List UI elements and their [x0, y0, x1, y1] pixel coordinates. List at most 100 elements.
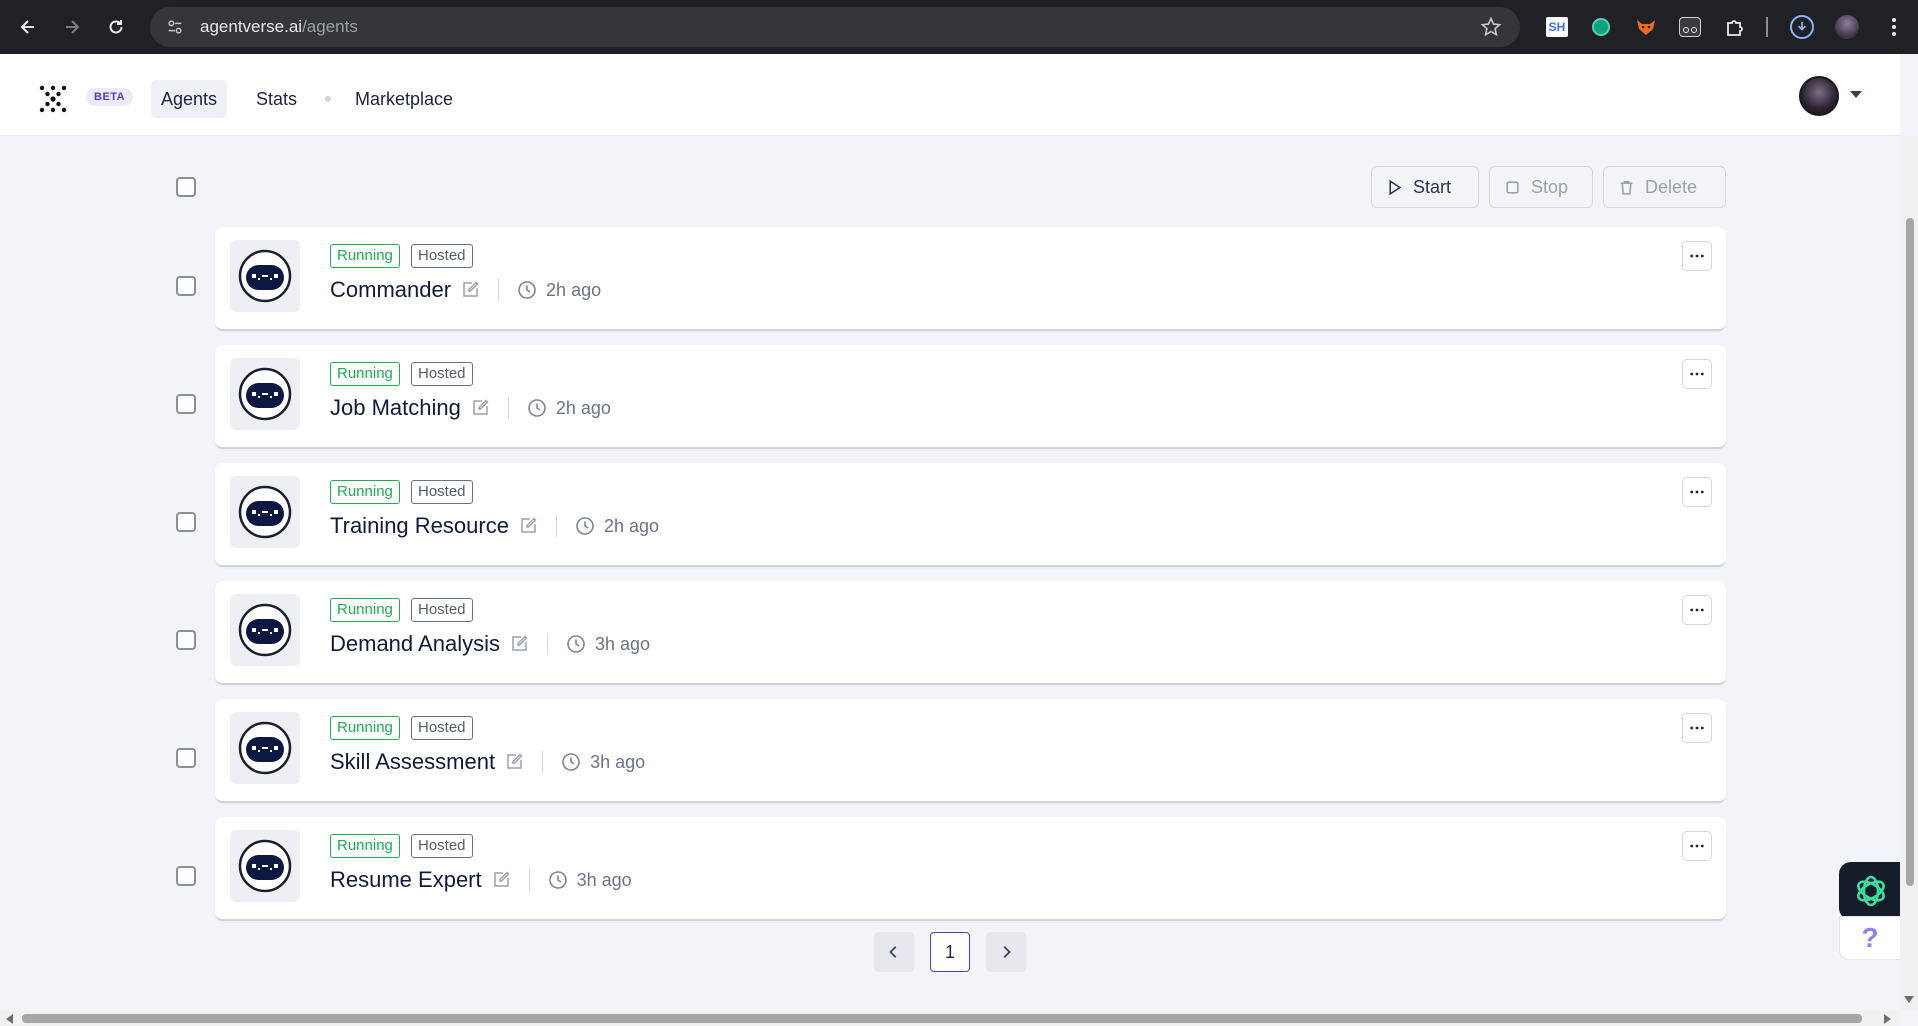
chevron-right-icon: [1003, 946, 1011, 958]
ellipsis-icon: [1690, 372, 1704, 376]
stop-label: Stop: [1531, 176, 1569, 197]
agent-card[interactable]: Running Hosted Job Matching 2h ago: [215, 345, 1726, 449]
more-options-button[interactable]: [1682, 359, 1712, 389]
clock-icon: [518, 281, 536, 299]
start-button[interactable]: Start: [1371, 166, 1479, 208]
site-settings-icon[interactable]: [164, 16, 186, 38]
beta-badge: BETA: [86, 88, 134, 106]
agent-card[interactable]: Running Hosted Demand Analysis 3h ago: [215, 581, 1726, 685]
back-icon[interactable]: [8, 7, 48, 47]
status-badge-running: Running: [330, 362, 400, 386]
chatgpt-extension-icon[interactable]: [1587, 13, 1615, 41]
clock-icon: [548, 871, 567, 889]
clock-icon: [567, 635, 585, 653]
edit-pencil-icon[interactable]: [509, 634, 529, 654]
more-options-button[interactable]: [1682, 477, 1712, 507]
nav-separator-dot: [325, 96, 331, 102]
agent-meta-row: Demand Analysis 3h ago: [330, 629, 650, 659]
help-button[interactable]: ?: [1839, 916, 1901, 960]
openai-logo-icon: [1857, 875, 1885, 907]
sh-extension-icon[interactable]: SH: [1543, 13, 1571, 41]
agent-card[interactable]: Running Hosted Skill Assessment 3h ago: [215, 699, 1726, 803]
more-options-button[interactable]: [1682, 241, 1712, 271]
more-options-button[interactable]: [1682, 831, 1712, 861]
vertical-scrollbar-thumb[interactable]: [1906, 218, 1914, 886]
robot-avatar-icon: [230, 594, 300, 666]
agentverse-logo-icon[interactable]: [38, 84, 68, 114]
agent-row-checkbox[interactable]: [176, 866, 196, 886]
edit-pencil-icon[interactable]: [460, 280, 480, 300]
more-options-button[interactable]: [1682, 595, 1712, 625]
agent-meta-row: Resume Expert 3h ago: [330, 865, 632, 895]
caret-down-icon[interactable]: [1850, 91, 1862, 98]
start-label: Start: [1413, 176, 1452, 197]
hosting-badge: Hosted: [411, 598, 473, 622]
agent-row-checkbox[interactable]: [176, 512, 196, 532]
chatgpt-widget-button[interactable]: [1839, 862, 1903, 920]
edit-pencil-icon[interactable]: [491, 870, 511, 890]
ellipsis-icon: [1690, 608, 1704, 612]
page-number-button[interactable]: 1: [930, 932, 970, 972]
fox-extension-icon[interactable]: [1632, 13, 1660, 41]
clock-icon: [576, 517, 594, 535]
bookmark-star-icon[interactable]: [1480, 16, 1502, 38]
url-text: agentverse.ai/agents: [200, 17, 358, 36]
robot-avatar-icon: [230, 830, 300, 902]
agent-meta-row: Training Resource 2h ago: [330, 511, 659, 541]
robot-avatar-icon: [230, 358, 300, 430]
nav-stats[interactable]: Stats: [246, 80, 307, 118]
robot-avatar-icon: [230, 712, 300, 784]
last-updated-time: 2h ago: [546, 279, 602, 300]
agent-row-checkbox[interactable]: [176, 276, 196, 296]
agent-row-checkbox[interactable]: [176, 630, 196, 650]
nav-agents[interactable]: Agents: [151, 80, 228, 118]
ellipsis-icon: [1690, 254, 1704, 258]
agent-name[interactable]: Commander: [330, 277, 451, 303]
last-updated-time: 3h ago: [576, 869, 632, 890]
scroll-down-arrow-icon[interactable]: [1904, 996, 1914, 1003]
agent-card[interactable]: Running Hosted Resume Expert 3h ago: [215, 817, 1726, 921]
meta-divider: [555, 515, 557, 537]
prev-page-button[interactable]: [874, 932, 914, 972]
agent-name[interactable]: Training Resource: [330, 513, 509, 539]
forward-icon[interactable]: [52, 7, 92, 47]
horizontal-scrollbar-thumb[interactable]: [22, 1014, 1862, 1023]
agent-row-checkbox[interactable]: [176, 748, 196, 768]
edit-pencil-icon[interactable]: [504, 752, 524, 772]
ellipsis-icon: [1690, 490, 1704, 494]
scroll-left-arrow-icon[interactable]: [6, 1014, 13, 1024]
scroll-right-arrow-icon[interactable]: [1884, 1014, 1891, 1024]
hosting-badge: Hosted: [411, 480, 473, 504]
last-updated-time: 3h ago: [590, 751, 646, 772]
reload-icon[interactable]: [96, 7, 136, 47]
stop-square-icon: [1506, 180, 1519, 194]
glasses-extension-icon[interactable]: [1676, 13, 1704, 41]
agent-card[interactable]: Running Hosted Training Resource 2h ago: [215, 463, 1726, 567]
agent-name[interactable]: Demand Analysis: [330, 631, 500, 657]
kebab-menu-icon[interactable]: [1880, 13, 1908, 41]
edit-pencil-icon[interactable]: [518, 516, 538, 536]
puzzle-extensions-icon[interactable]: [1721, 13, 1749, 41]
agent-name[interactable]: Skill Assessment: [330, 749, 495, 775]
status-badge-running: Running: [330, 480, 400, 504]
profile-icon[interactable]: [1833, 13, 1861, 41]
hosting-badge: Hosted: [411, 716, 473, 740]
next-page-button[interactable]: [986, 932, 1026, 972]
agent-name[interactable]: Job Matching: [330, 395, 461, 421]
address-bar[interactable]: agentverse.ai/agents: [150, 7, 1520, 47]
last-updated-time: 2h ago: [555, 397, 611, 418]
edit-pencil-icon[interactable]: [470, 398, 490, 418]
more-options-button[interactable]: [1682, 713, 1712, 743]
hosting-badge: Hosted: [411, 244, 473, 268]
last-updated-time: 2h ago: [603, 515, 659, 536]
ellipsis-icon: [1690, 844, 1704, 848]
stop-button[interactable]: Stop: [1489, 166, 1593, 208]
select-all-checkbox[interactable]: [176, 177, 196, 197]
agent-row-checkbox[interactable]: [176, 394, 196, 414]
user-avatar[interactable]: [1799, 76, 1839, 116]
delete-button[interactable]: Delete: [1603, 166, 1726, 208]
nav-marketplace[interactable]: Marketplace: [345, 80, 463, 118]
agent-card[interactable]: Running Hosted Commander 2h ago: [215, 227, 1726, 331]
agent-name[interactable]: Resume Expert: [330, 867, 482, 893]
download-icon[interactable]: [1788, 13, 1816, 41]
